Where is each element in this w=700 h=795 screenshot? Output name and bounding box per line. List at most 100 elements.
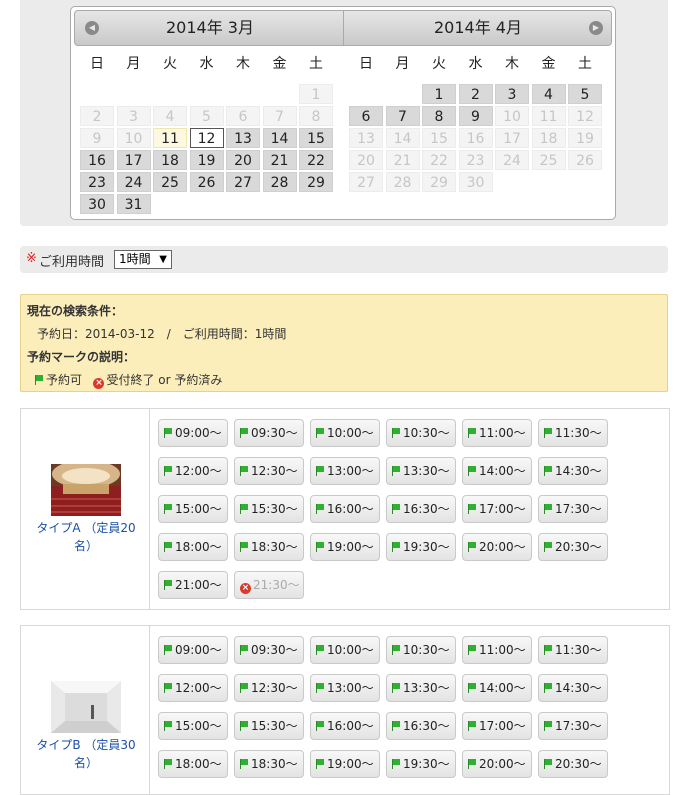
green-flag-icon (316, 645, 325, 655)
calendar-day[interactable]: 24 (116, 172, 151, 192)
calendar-day[interactable]: 5 (568, 84, 602, 104)
time-slot-button[interactable]: 14:30〜 (538, 674, 608, 702)
time-slot-button[interactable]: 16:30〜 (386, 495, 456, 523)
time-slot-button[interactable]: 19:00〜 (310, 533, 380, 561)
calendar-day[interactable]: 22 (299, 150, 333, 170)
time-slot-button[interactable]: 17:30〜 (538, 712, 608, 740)
calendar-day[interactable]: 13 (226, 128, 260, 148)
calendar-day[interactable]: 7 (385, 106, 420, 126)
calendar-day[interactable]: 21 (262, 150, 297, 170)
calendar-day[interactable]: 31 (116, 194, 151, 214)
time-slot-button[interactable]: 15:00〜 (158, 495, 228, 523)
calendar-day[interactable]: 23 (80, 172, 114, 192)
calendar-day[interactable]: 6 (349, 106, 383, 126)
time-slot-button[interactable]: 16:30〜 (386, 712, 456, 740)
time-slot-button[interactable]: 12:30〜 (234, 674, 304, 702)
time-slot-button[interactable]: 15:30〜 (234, 712, 304, 740)
calendar-day[interactable]: 14 (262, 128, 297, 148)
calendar-day[interactable]: 29 (299, 172, 333, 192)
calendar-day: 9 (80, 128, 114, 148)
calendar-day[interactable]: 19 (189, 150, 224, 170)
time-slot-button[interactable]: 13:30〜 (386, 457, 456, 485)
calendar-day[interactable]: 4 (531, 84, 566, 104)
calendar-day[interactable]: 20 (226, 150, 260, 170)
usage-time-select[interactable]: 1時間 ▼ (114, 250, 172, 269)
time-slot-button[interactable]: 19:30〜 (386, 750, 456, 778)
next-month-button[interactable]: ▶ (589, 21, 603, 35)
time-slot-button[interactable]: 11:30〜 (538, 419, 608, 447)
calendar-day[interactable]: 30 (80, 194, 114, 214)
time-slot-button[interactable]: 17:30〜 (538, 495, 608, 523)
time-slot-button[interactable]: 21:00〜 (158, 571, 228, 599)
time-slot-button[interactable]: 20:30〜 (538, 533, 608, 561)
time-slot-button[interactable]: 11:30〜 (538, 636, 608, 664)
time-slot-button[interactable]: 16:00〜 (310, 495, 380, 523)
time-slot-button[interactable]: 17:00〜 (462, 495, 532, 523)
time-slot-button[interactable]: 20:00〜 (462, 750, 532, 778)
month-title-april: 2014年 4月 (434, 18, 522, 37)
time-slot-button[interactable]: 13:00〜 (310, 674, 380, 702)
calendar-day[interactable]: 26 (189, 172, 224, 192)
green-flag-icon (240, 759, 249, 769)
calendar-day[interactable]: 27 (226, 172, 260, 192)
time-slot-label: 17:00〜 (479, 502, 526, 516)
time-slot-button[interactable]: 18:00〜 (158, 750, 228, 778)
time-slot-button[interactable]: 20:00〜 (462, 533, 532, 561)
calendar-day[interactable]: 9 (458, 106, 493, 126)
time-slot-label: 13:30〜 (403, 681, 450, 695)
time-slot-button[interactable]: 12:00〜 (158, 674, 228, 702)
time-slot-button[interactable]: 20:30〜 (538, 750, 608, 778)
room-photo-gallery[interactable] (51, 681, 121, 733)
time-slot-button[interactable]: 09:00〜 (158, 419, 228, 447)
time-slot-button[interactable]: 13:30〜 (386, 674, 456, 702)
time-slot-button[interactable]: 16:00〜 (310, 712, 380, 740)
time-slot-button[interactable]: 11:00〜 (462, 636, 532, 664)
time-slot-button[interactable]: 09:30〜 (234, 419, 304, 447)
time-slot-label: 20:30〜 (555, 540, 602, 554)
calendar-day[interactable]: 11 (153, 128, 187, 148)
green-flag-icon (164, 504, 173, 514)
time-slot-button[interactable]: 12:30〜 (234, 457, 304, 485)
green-flag-icon (544, 759, 553, 769)
calendar-day[interactable]: 18 (153, 150, 187, 170)
time-slot-button[interactable]: 19:30〜 (386, 533, 456, 561)
time-slot-button[interactable]: 14:00〜 (462, 674, 532, 702)
room-photo-concert-hall[interactable] (51, 464, 121, 516)
time-slot-button[interactable]: 12:00〜 (158, 457, 228, 485)
calendar-day[interactable]: 16 (80, 150, 114, 170)
room-name-type-a[interactable]: タイプA （定員20 名） (31, 519, 141, 555)
time-slot-label: 10:00〜 (327, 643, 374, 657)
time-slot-button[interactable]: 14:30〜 (538, 457, 608, 485)
green-flag-icon (468, 683, 477, 693)
time-slot-button[interactable]: 15:30〜 (234, 495, 304, 523)
weekday-header: 水 (199, 56, 214, 72)
time-slot-button[interactable]: 09:00〜 (158, 636, 228, 664)
time-slot-button[interactable]: 15:00〜 (158, 712, 228, 740)
time-slot-button[interactable]: 18:30〜 (234, 750, 304, 778)
time-slot-button[interactable]: 18:00〜 (158, 533, 228, 561)
time-slot-button[interactable]: 09:30〜 (234, 636, 304, 664)
time-slot-button[interactable]: 10:30〜 (386, 636, 456, 664)
time-slot-button[interactable]: 19:00〜 (310, 750, 380, 778)
calendar-day[interactable]: 1 (422, 84, 456, 104)
time-slot-button[interactable]: 17:00〜 (462, 712, 532, 740)
calendar-day[interactable]: 15 (299, 128, 333, 148)
time-slot-button[interactable]: 10:00〜 (310, 636, 380, 664)
calendar-day[interactable]: 28 (262, 172, 297, 192)
calendar-day[interactable]: 3 (495, 84, 529, 104)
calendar-day[interactable]: 12 (189, 128, 224, 148)
calendar-day[interactable]: 2 (458, 84, 493, 104)
weekday-header: 火 (163, 56, 177, 72)
time-slot-button[interactable]: 10:30〜 (386, 419, 456, 447)
time-slot-button[interactable]: 13:00〜 (310, 457, 380, 485)
time-slot-label: 16:30〜 (403, 719, 450, 733)
calendar-day[interactable]: 8 (422, 106, 456, 126)
time-slot-button[interactable]: 18:30〜 (234, 533, 304, 561)
time-slot-button[interactable]: 10:00〜 (310, 419, 380, 447)
calendar-day[interactable]: 25 (153, 172, 187, 192)
time-slot-button[interactable]: 14:00〜 (462, 457, 532, 485)
time-slot-button[interactable]: 11:00〜 (462, 419, 532, 447)
calendar-day[interactable]: 17 (116, 150, 151, 170)
green-flag-icon (468, 428, 477, 438)
room-name-type-b[interactable]: タイプB （定員30 名） (31, 736, 141, 772)
